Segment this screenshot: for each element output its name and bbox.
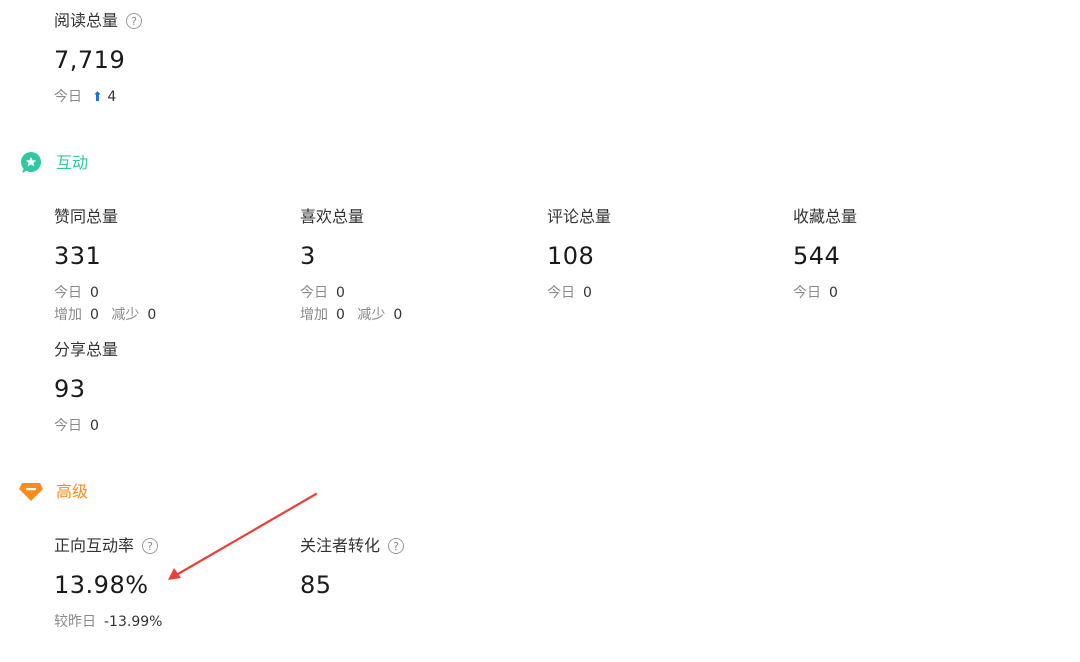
annotation-arrow [168,492,318,580]
